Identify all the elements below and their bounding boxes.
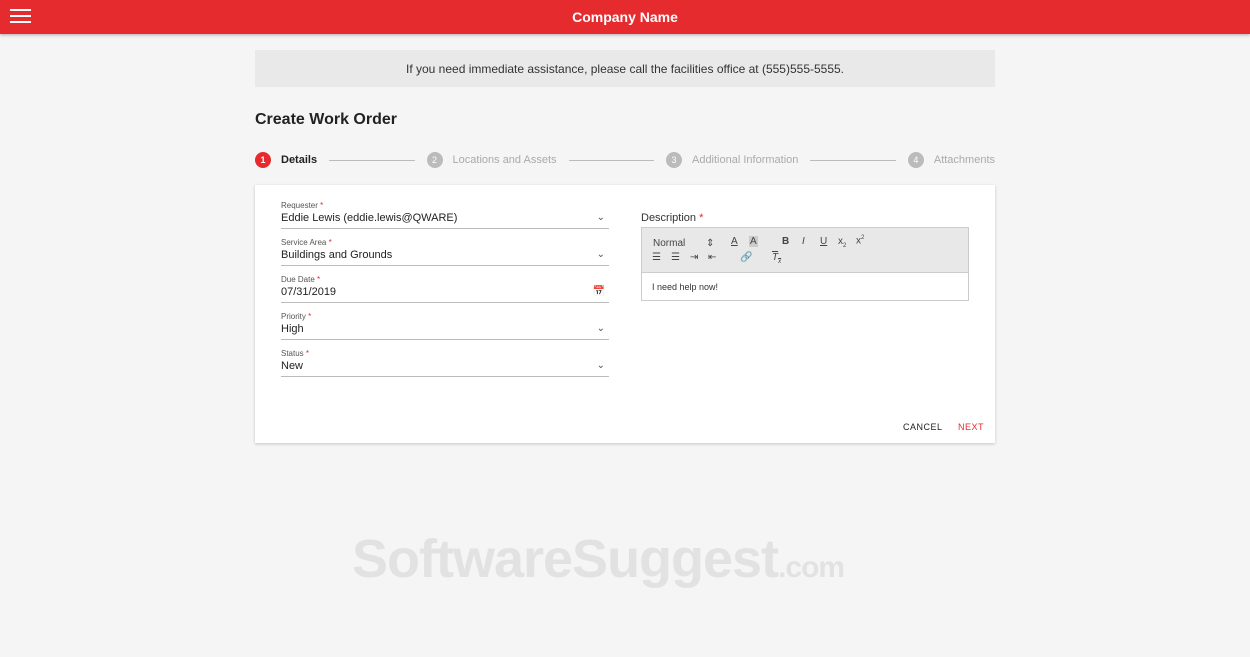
subscript-icon[interactable]: x2 [838,236,846,249]
editor-toolbar: Normal ⇕ A A B I U x2 x2 ☰ ☰ ⇥ ⇤ 🔗 Tx [642,228,968,273]
due-date-input[interactable]: Due Date * 07/31/2019 📅 [281,275,609,303]
chevron-down-icon: ⌄ [596,212,605,223]
app-title: Company Name [572,9,678,25]
background-color-icon[interactable]: A [749,236,758,247]
hamburger-menu-icon[interactable] [10,9,31,25]
bullet-list-icon[interactable]: ☰ [671,252,680,263]
format-select[interactable]: Normal ⇕ [653,238,714,249]
page-title: Create Work Order [255,111,397,128]
step-locations-and-assets[interactable]: 2 Locations and Assets [426,152,557,168]
indent-icon[interactable]: ⇥ [690,252,698,263]
calendar-icon[interactable]: 📅 [593,286,605,297]
outdent-icon[interactable]: ⇤ [708,252,716,263]
chevron-down-icon: ⌄ [596,249,605,260]
priority-select[interactable]: Priority * High ⌄ [281,312,609,340]
work-order-form: Requester * Eddie Lewis (eddie.lewis@QWA… [255,185,995,443]
description-label: Description * [641,212,704,224]
chevron-down-icon: ⌄ [596,323,605,334]
description-editor: Normal ⇕ A A B I U x2 x2 ☰ ☰ ⇥ ⇤ 🔗 Tx I … [641,227,969,301]
italic-icon[interactable]: I [802,236,805,247]
step-connector [810,159,896,161]
description-content[interactable]: I need help now! [642,273,968,301]
link-icon[interactable]: 🔗 [740,252,752,263]
clear-format-icon[interactable]: Tx [772,252,781,265]
ordered-list-icon[interactable]: ☰ [652,252,661,263]
top-bar: Company Name [0,0,1250,34]
step-connector [568,159,654,161]
bold-icon[interactable]: B [782,236,789,247]
status-select[interactable]: Status * New ⌄ [281,349,609,377]
step-details[interactable]: 1 Details [255,152,317,168]
service-area-select[interactable]: Service Area * Buildings and Grounds ⌄ [281,238,609,266]
assistance-notice: If you need immediate assistance, please… [255,50,995,87]
next-button[interactable]: NEXT [958,422,984,432]
step-attachments[interactable]: 4 Attachments [907,152,995,168]
step-connector [329,159,415,161]
watermark: SoftwareSuggest.com [352,529,845,589]
requester-select[interactable]: Requester * Eddie Lewis (eddie.lewis@QWA… [281,201,609,229]
text-color-icon[interactable]: A [731,236,738,247]
step-additional-information[interactable]: 3 Additional Information [665,152,798,168]
underline-icon[interactable]: U [820,236,827,247]
chevron-down-icon: ⌄ [596,360,605,371]
cancel-button[interactable]: CANCEL [903,422,943,432]
superscript-icon[interactable]: x2 [856,235,864,246]
stepper: 1 Details 2 Locations and Assets 3 Addition… [255,152,995,168]
